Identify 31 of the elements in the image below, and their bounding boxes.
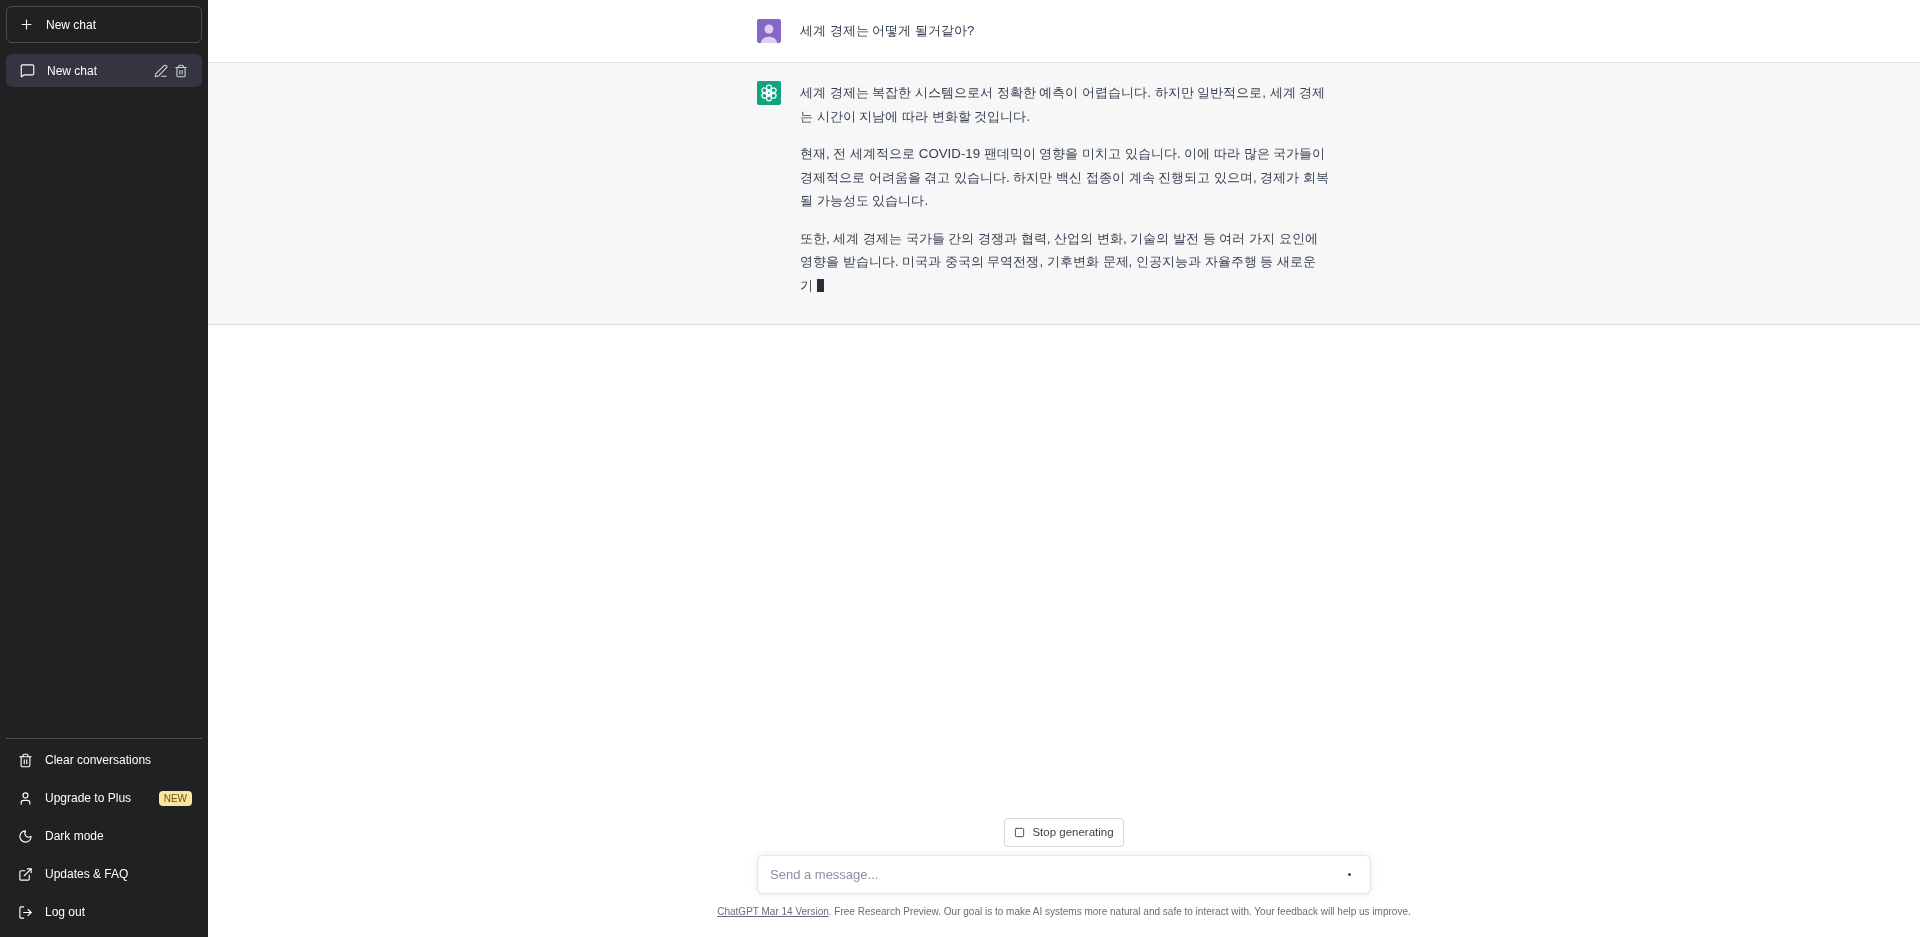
trash-icon bbox=[174, 63, 188, 78]
message-text: 세계 경제는 어떻게 될거같아? bbox=[800, 23, 975, 38]
stop-generating-button[interactable]: Stop generating bbox=[1004, 818, 1124, 847]
trash-icon bbox=[18, 752, 33, 768]
user-avatar-icon bbox=[757, 19, 781, 43]
loading-dot-icon bbox=[1348, 873, 1351, 876]
sidebar-menu-item[interactable]: Clear conversations bbox=[6, 741, 202, 779]
external-link-icon bbox=[18, 866, 33, 882]
message-input-field[interactable]: Send a message... bbox=[757, 855, 1371, 894]
new-chat-button[interactable]: New chat bbox=[6, 6, 202, 43]
edit-button[interactable] bbox=[154, 63, 168, 78]
message-text: 세계 경제는 복잡한 시스템으로서 정확한 예측이 어렵습니다. 하지만 일반적으로, 세계 경제는 시간이 지남에 따라 변화할 것입니다. bbox=[800, 85, 1326, 124]
stop-square-icon bbox=[1014, 827, 1026, 838]
moon-icon bbox=[18, 828, 33, 844]
logout-icon bbox=[18, 904, 33, 920]
delete-button[interactable] bbox=[174, 63, 188, 78]
person-icon bbox=[18, 790, 33, 806]
chat-bubble-icon bbox=[20, 63, 35, 78]
footer-disclaimer: ChatGPT Mar 14 Version. Free Research Preview. Our goal is to make AI systems more natural and safe to interact with. Your feedback will help us improve. bbox=[717, 905, 1411, 919]
sidebar-menu-item[interactable]: Log out bbox=[6, 893, 202, 931]
sidebar-menu-item[interactable]: Updates & FAQ bbox=[6, 855, 202, 893]
sidebar-menu-item[interactable]: Dark mode bbox=[6, 817, 202, 855]
pencil-icon bbox=[154, 63, 168, 78]
sidebar-menu-item[interactable]: Upgrade to Plus NEW bbox=[6, 779, 202, 817]
message-text: 현재, 전 세계적으로 COVID-19 팬데믹이 영향을 미치고 있습니다. 이에 따라 많은 국가들이 경제적으로 어려움을 겪고 있습니다. 하지만 백신 접종이 계속 진행되고 있으며, 경제가 회복될 가능성도 있습니다. bbox=[800, 146, 1330, 208]
assistant-avatar-icon bbox=[757, 81, 781, 105]
plus-icon bbox=[19, 17, 34, 32]
message-text: 또한, 세계 경제는 국가들 간의 경쟁과 협력, 산업의 변화, 기술의 발전 등 여러 가지 요인에 영향을 받습니다. 미국과 중국의 무역전쟁, 기후변화 문제, 인공지능과 자율주행 등 새로운 기 bbox=[800, 230, 1318, 293]
version-link[interactable]: ChatGPT Mar 14 Version bbox=[717, 906, 829, 917]
chat-item[interactable]: New chat bbox=[6, 54, 202, 87]
new-badge: NEW bbox=[158, 790, 192, 806]
